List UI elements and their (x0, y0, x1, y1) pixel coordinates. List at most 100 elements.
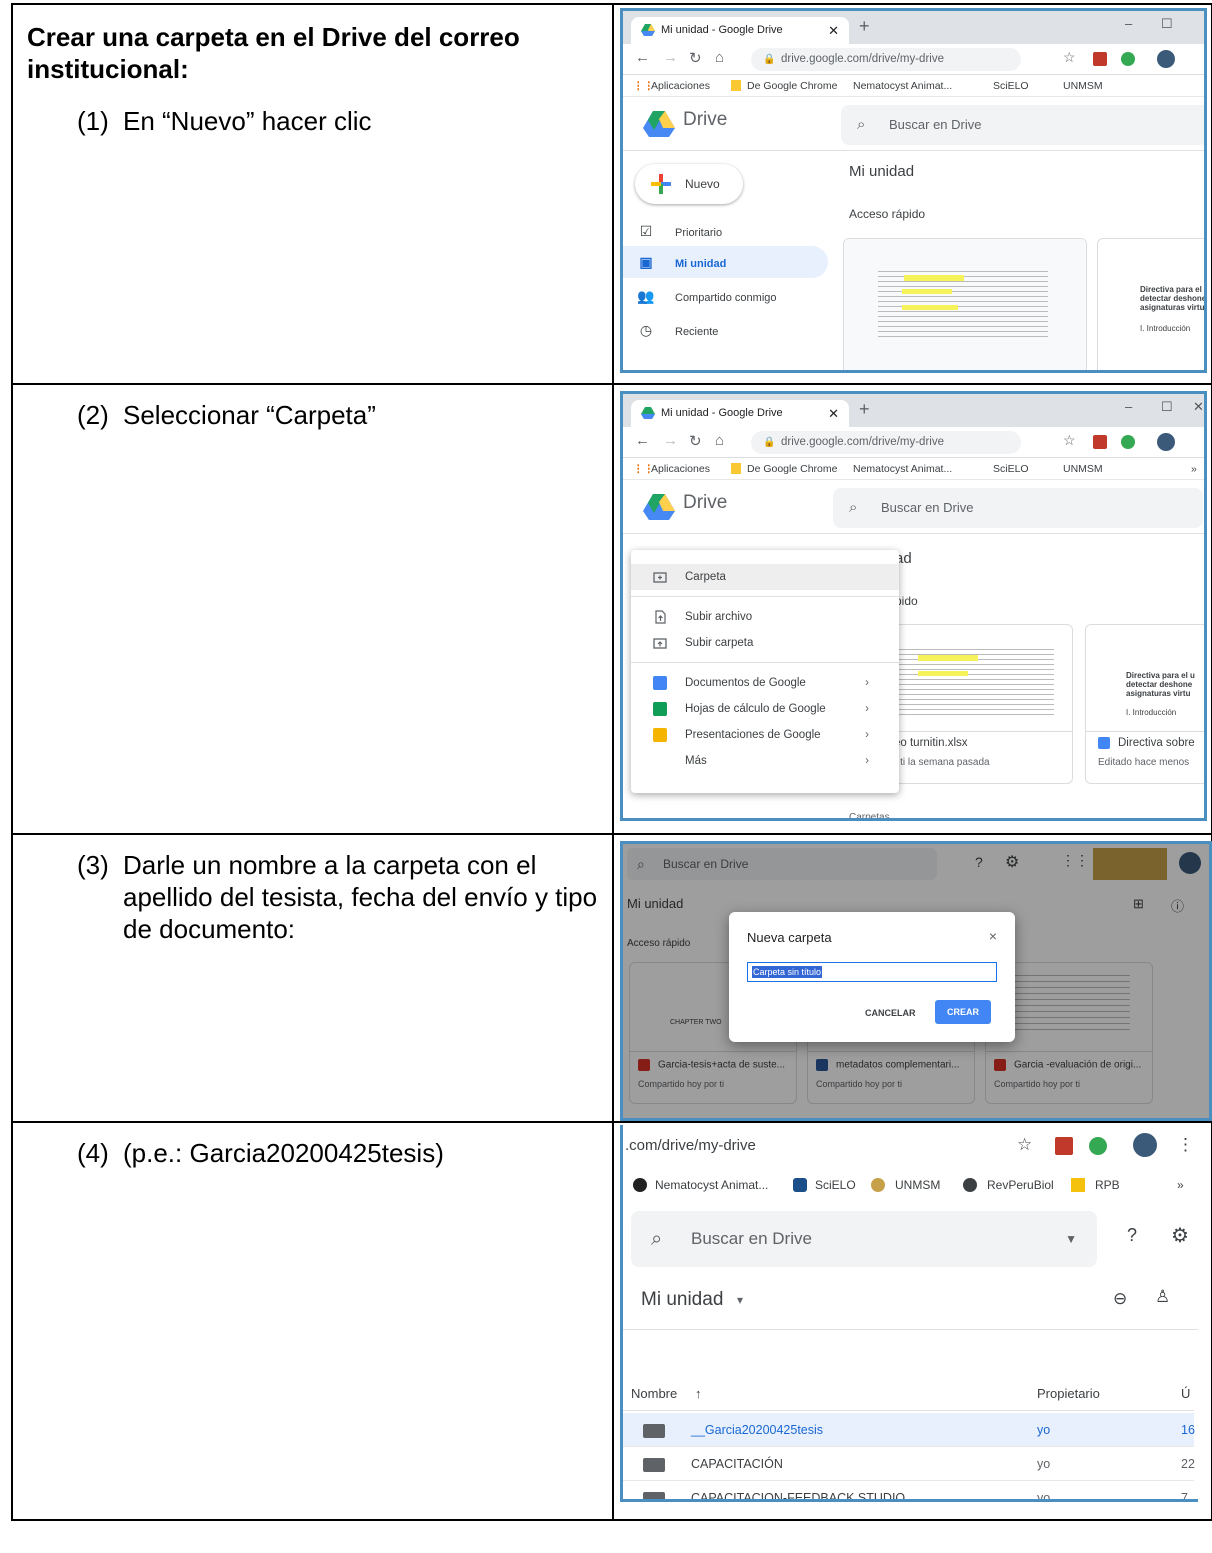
close-window-icon[interactable]: ✕ (1193, 399, 1204, 415)
column-name[interactable]: Nombre (631, 1377, 677, 1411)
bookmark-nematocyst[interactable]: Nematocyst Animat... (655, 1167, 768, 1203)
reload-icon[interactable]: ↻ (689, 49, 702, 67)
menu-item-google-slides[interactable]: Presentaciones de Google › (631, 722, 899, 748)
bookmark-rpb[interactable]: RPB (1095, 1167, 1120, 1203)
step-text: Darle un nombre a la carpeta con el apel… (123, 850, 598, 944)
sidebar-item-my-drive[interactable]: ▣ Mi unidad (635, 252, 726, 274)
pdf-extension-icon[interactable] (1055, 1137, 1073, 1155)
bookmark-apps[interactable]: Aplicaciones (651, 75, 710, 97)
my-drive-title[interactable]: Mi unidad (849, 163, 914, 180)
cancel-button[interactable]: CANCELAR (865, 1008, 916, 1018)
folder-upload-icon (653, 638, 667, 649)
check-extension-icon[interactable] (1121, 435, 1135, 449)
minimize-icon[interactable]: – (1125, 16, 1132, 31)
link-icon[interactable]: ⊖ (1113, 1289, 1127, 1309)
drive-search[interactable]: ⌕ Buscar en Drive (833, 488, 1203, 528)
table-row[interactable]: CAPACITACIÓN yo 22 (623, 1447, 1195, 1481)
url-text: drive.google.com/drive/my-drive (781, 53, 944, 65)
new-tab-icon[interactable]: + (859, 399, 870, 420)
bookmark-apps[interactable]: Aplicaciones (651, 458, 710, 480)
close-icon[interactable]: × (989, 928, 997, 944)
check-extension-icon[interactable] (1121, 52, 1135, 66)
omnibox[interactable]: 🔒 drive.google.com/drive/my-drive (751, 431, 1021, 454)
gear-icon[interactable]: ⚙ (1171, 1223, 1189, 1248)
bookmark-unmsm[interactable]: UNMSM (1063, 75, 1103, 97)
drive-header: Drive ⌕ Buscar en Drive (623, 97, 1204, 151)
new-tab-icon[interactable]: + (859, 16, 870, 37)
star-icon[interactable]: ☆ (1063, 49, 1076, 66)
create-button[interactable]: CREAR (935, 1000, 991, 1024)
bookmarks-more-icon[interactable]: » (1177, 1167, 1184, 1203)
tab-close-icon[interactable]: ✕ (828, 400, 839, 427)
home-icon[interactable]: ⌂ (715, 49, 724, 66)
maximize-icon[interactable]: ☐ (1161, 16, 1173, 32)
quick-access-card-sheet[interactable]: eo turnitin.xlsx r ti la semana pasada (873, 624, 1073, 784)
new-button[interactable]: Nuevo (635, 164, 743, 204)
column-owner[interactable]: Propietario (1037, 1377, 1100, 1411)
bookmark-scielo[interactable]: SciELO (815, 1167, 856, 1203)
sidebar-item-shared[interactable]: 👥 Compartido conmigo (635, 286, 776, 308)
star-icon[interactable]: ☆ (1017, 1135, 1032, 1155)
quick-access-card-sheet[interactable] (843, 238, 1087, 370)
quick-access-card-doc[interactable]: Directiva para el u detectar deshone asi… (1085, 624, 1204, 784)
omnibox[interactable]: 🔒 drive.google.com/drive/my-drive (751, 48, 1021, 71)
bookmark-nematocyst[interactable]: Nematocyst Animat... (853, 75, 952, 97)
bookmark-nematocyst[interactable]: Nematocyst Animat... (853, 458, 952, 480)
search-icon: ⌕ (849, 499, 858, 516)
profile-avatar[interactable] (1157, 433, 1175, 451)
plus-icon (651, 174, 671, 194)
home-icon[interactable]: ⌂ (715, 432, 724, 449)
menu-item-folder[interactable]: Carpeta (631, 564, 899, 590)
profile-avatar[interactable] (1133, 1133, 1157, 1157)
search-options-icon[interactable]: ▼ (1065, 1211, 1077, 1267)
help-icon[interactable]: ? (1127, 1225, 1137, 1246)
more-vert-icon[interactable]: ⋮ (1177, 1135, 1194, 1155)
quick-access-card-doc[interactable]: Directiva para el u detectar deshone asi… (1097, 238, 1204, 370)
instruction-table: Crear una carpeta en el Drive del correo… (11, 3, 1212, 1521)
back-icon[interactable]: ← (635, 432, 650, 449)
search-placeholder: Buscar en Drive (889, 117, 982, 132)
pdf-extension-icon[interactable] (1093, 435, 1107, 449)
reload-icon[interactable]: ↻ (689, 432, 702, 450)
table-row[interactable]: CAPACITACION-FEEDBACK STUDIO yo 7 (623, 1481, 1194, 1499)
tab-close-icon[interactable]: ✕ (828, 17, 839, 44)
menu-item-more[interactable]: Más › (631, 748, 899, 774)
pdf-extension-icon[interactable] (1093, 52, 1107, 66)
bookmarks-more-icon[interactable]: » (1191, 458, 1197, 480)
browser-tab[interactable]: Mi unidad - Google Drive ✕ (631, 17, 849, 44)
menu-item-upload-folder[interactable]: Subir carpeta (631, 630, 899, 656)
folders-label: Carpetas (849, 812, 890, 821)
menu-item-google-docs[interactable]: Documentos de Google › (631, 670, 899, 696)
minimize-icon[interactable]: – (1125, 399, 1132, 414)
drive-search[interactable]: ⌕ Buscar en Drive ▼ (631, 1211, 1097, 1267)
check-extension-icon[interactable] (1089, 1137, 1107, 1155)
menu-item-upload-file[interactable]: Subir archivo (631, 604, 899, 630)
my-drive-title[interactable]: Mi unidad (641, 1289, 723, 1311)
bookmark-scielo[interactable]: SciELO (993, 458, 1029, 480)
profile-avatar[interactable] (1157, 50, 1175, 68)
forward-icon[interactable]: → (663, 49, 678, 66)
back-icon[interactable]: ← (635, 49, 650, 66)
drive-search[interactable]: ⌕ Buscar en Drive (841, 105, 1204, 145)
bookmark-revperubiol[interactable]: RevPeruBiol (987, 1167, 1054, 1203)
column-last-modified[interactable]: Ú (1181, 1377, 1190, 1411)
card-file-name: Directiva sobre (1118, 737, 1195, 749)
browser-tab[interactable]: Mi unidad - Google Drive ✕ (631, 400, 849, 427)
forward-icon[interactable]: → (663, 432, 678, 449)
bookmark-unmsm[interactable]: UNMSM (1063, 458, 1103, 480)
menu-item-google-sheets[interactable]: Hojas de cálculo de Google › (631, 696, 899, 722)
table-row[interactable]: __Garcia20200425tesis yo 16 (623, 1413, 1195, 1447)
sidebar-item-recent[interactable]: ◷ Reciente (635, 320, 719, 342)
bookmark-chrome[interactable]: De Google Chrome (747, 458, 837, 480)
add-person-icon[interactable]: ♙ (1155, 1287, 1170, 1307)
bookmark-scielo[interactable]: SciELO (993, 75, 1029, 97)
maximize-icon[interactable]: ☐ (1161, 399, 1173, 415)
star-icon[interactable]: ☆ (1063, 432, 1076, 449)
sidebar-item-priority[interactable]: ☑ Prioritario (635, 221, 722, 243)
chevron-down-icon[interactable]: ▾ (737, 1293, 743, 1307)
folder-name-input[interactable]: Carpeta sin título (747, 962, 997, 982)
bookmark-chrome[interactable]: De Google Chrome (747, 75, 837, 97)
sort-arrow-up-icon[interactable]: ↑ (695, 1377, 702, 1411)
step-3: (3) Darle un nombre a la carpeta con el … (77, 849, 598, 945)
bookmark-unmsm[interactable]: UNMSM (895, 1167, 940, 1203)
